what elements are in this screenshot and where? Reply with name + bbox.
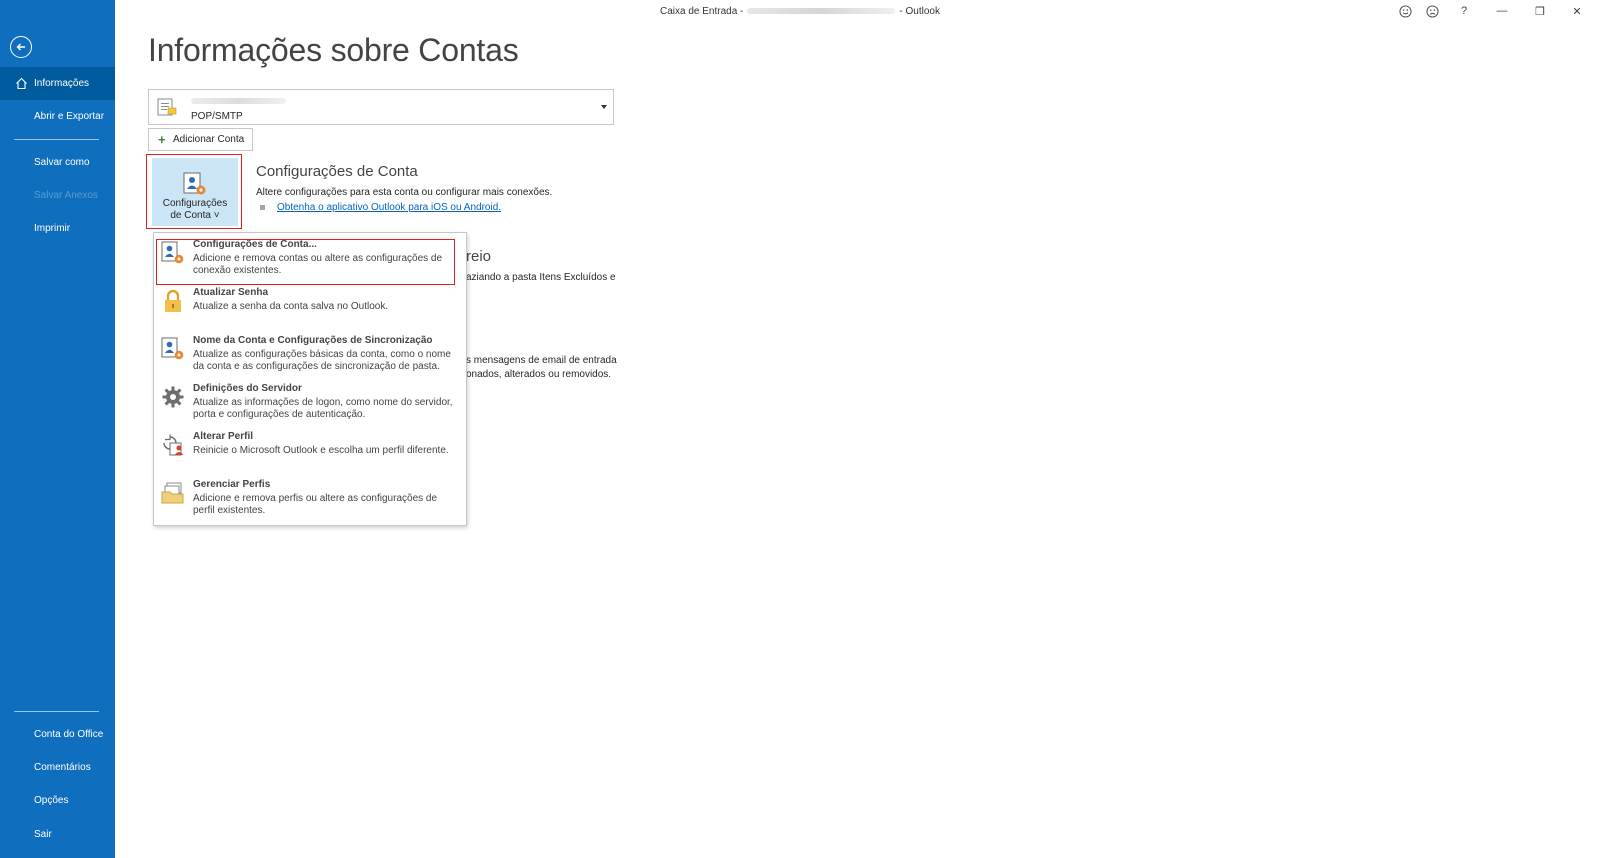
window-title: Caixa de Entrada - - Outlook (660, 6, 940, 17)
sidebar-item-opcoes[interactable]: Opções (0, 784, 115, 817)
menu-item-update-password[interactable]: Atualizar Senha Atualize a senha da cont… (154, 285, 466, 333)
sidebar-item-imprimir[interactable]: Imprimir (0, 212, 115, 245)
change-profile-icon (163, 434, 184, 456)
menu-item-title: Atualizar Senha (193, 287, 269, 298)
redacted-email (747, 8, 896, 15)
menu-item-change-profile[interactable]: Alterar Perfil Reinicie o Microsoft Outl… (154, 429, 466, 477)
sidebar-item-label: Imprimir (34, 223, 71, 234)
backstage-sidebar: Informações Abrir e Exportar Salvar como… (0, 0, 115, 858)
sidebar-item-informacoes[interactable]: Informações (0, 67, 115, 100)
sidebar-item-label: Conta do Office (34, 729, 104, 740)
sidebar-item-salvar-anexos: Salvar Anexos (0, 179, 115, 212)
sidebar-item-sair[interactable]: Sair (0, 818, 115, 851)
sidebar-item-salvar-como[interactable]: Salvar como (0, 146, 115, 179)
mailbox-section-title-fragment: reio (466, 248, 492, 265)
menu-item-description: Atualize as configurações básicas da con… (193, 349, 451, 372)
account-selector[interactable]: POP/SMTP (148, 89, 614, 125)
account-sync-icon (161, 337, 184, 360)
add-account-button[interactable]: + Adicionar Conta (148, 128, 253, 151)
lock-icon (165, 289, 181, 312)
menu-item-description: Atualize a senha da conta salva no Outlo… (193, 301, 389, 312)
rules-section-text-fragment: onados, alterados ou removidos. (466, 369, 612, 380)
redacted-account-name (191, 98, 286, 104)
arrow-left-icon (16, 43, 25, 51)
mailbox-section-text-fragment: aziando a pasta Itens Excluídos e (466, 272, 616, 283)
menu-item-server-settings[interactable]: Definições do Servidor Atualize as infor… (154, 381, 466, 429)
outlook-backstage: Informações Abrir e Exportar Salvar como… (0, 0, 1600, 858)
section-title: Configurações de Conta (256, 163, 418, 180)
frown-icon[interactable] (1424, 3, 1440, 19)
back-button[interactable] (10, 36, 32, 58)
help-label: ? (1460, 5, 1468, 17)
menu-item-description: Reinicie o Microsoft Outlook e escolha u… (193, 445, 449, 456)
sidebar-item-label: Informações (34, 78, 90, 89)
plus-icon: + (158, 132, 166, 147)
menu-item-description: Adicione e remova perfis ou altere as co… (193, 493, 438, 516)
close-label: ✕ (1572, 5, 1582, 18)
highlight-box (146, 154, 242, 229)
bullet-icon (260, 205, 265, 210)
page-title: Informações sobre Contas (148, 32, 519, 68)
add-account-label: Adicionar Conta (173, 134, 245, 145)
restore-label: ❐ (1535, 5, 1545, 18)
highlight-box (156, 239, 455, 285)
sidebar-item-comentarios[interactable]: Comentários (0, 751, 115, 784)
sidebar-item-label: Sair (34, 829, 52, 840)
sidebar-item-abrir-exportar[interactable]: Abrir e Exportar (0, 100, 115, 133)
menu-item-title: Definições do Servidor (193, 383, 302, 394)
sidebar-item-label: Abrir e Exportar (34, 111, 105, 122)
sidebar-item-label: Salvar como (34, 157, 90, 168)
account-type: POP/SMTP (191, 111, 243, 122)
window-title-suffix: - Outlook (899, 6, 940, 17)
restore-icon[interactable]: ❐ (1532, 3, 1548, 19)
rules-section-text-fragment: s mensagens de email de entrada (466, 355, 617, 366)
sidebar-item-label: Comentários (34, 762, 91, 773)
menu-item-title: Nome da Conta e Configurações de Sincron… (193, 335, 433, 346)
window-title-prefix: Caixa de Entrada - (660, 6, 744, 17)
menu-item-title: Alterar Perfil (193, 431, 254, 442)
minimize-label: — (1496, 5, 1508, 17)
gear-icon (162, 386, 184, 408)
title-bar: Caixa de Entrada - - Outlook ? — ❐ ✕ (115, 0, 1600, 22)
sidebar-divider (14, 711, 99, 712)
sidebar-item-conta-office[interactable]: Conta do Office (0, 718, 115, 751)
smiley-icon[interactable] (1397, 3, 1413, 19)
sidebar-item-label: Salvar Anexos (34, 190, 98, 201)
menu-item-manage-profiles[interactable]: Gerenciar Perfis Adicione e remova perfi… (154, 477, 466, 525)
close-icon[interactable]: ✕ (1569, 3, 1585, 19)
help-icon[interactable]: ? (1456, 3, 1472, 19)
chevron-down-icon (601, 105, 607, 109)
home-icon (16, 77, 27, 90)
sidebar-divider (14, 139, 99, 140)
menu-item-title: Gerenciar Perfis (193, 479, 271, 490)
menu-item-description: Atualize as informações de logon, como n… (193, 397, 453, 420)
manage-profiles-icon (161, 482, 184, 504)
mobile-app-link[interactable]: Obtenha o aplicativo Outlook para iOS ou… (277, 202, 501, 213)
section-description: Altere configurações para esta conta ou … (256, 187, 553, 198)
minimize-icon[interactable]: — (1494, 3, 1510, 19)
menu-item-account-name-sync[interactable]: Nome da Conta e Configurações de Sincron… (154, 333, 466, 381)
account-mail-icon (157, 98, 177, 116)
sidebar-item-label: Opções (34, 795, 69, 806)
